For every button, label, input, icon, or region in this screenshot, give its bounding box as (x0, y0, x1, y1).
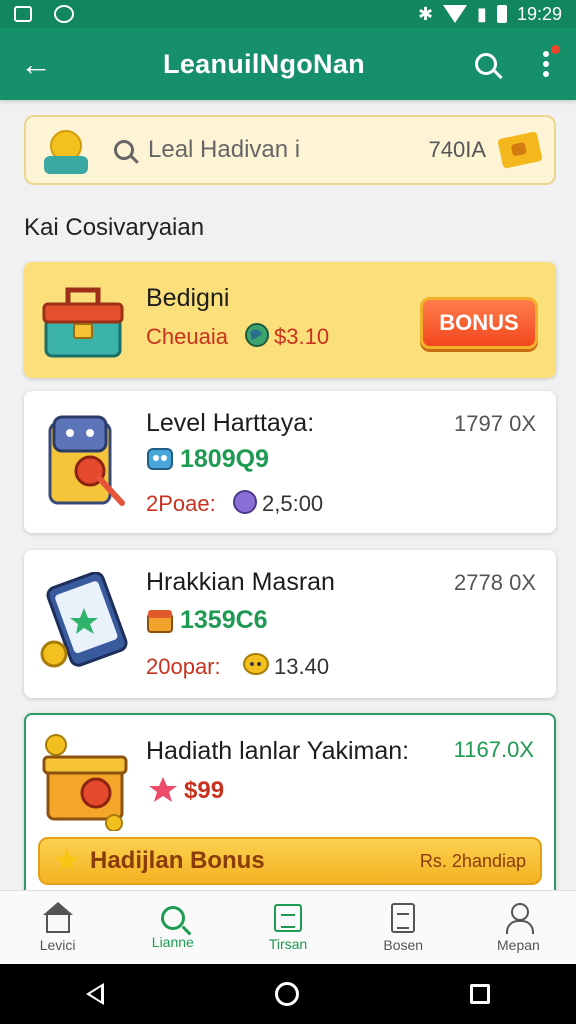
list-item[interactable]: Hrakkian Masran 2778 0X 1359C6 20opar: 1… (24, 550, 556, 698)
toolbox-icon (42, 287, 124, 358)
battery-icon (496, 5, 507, 23)
notification-dot (551, 45, 560, 54)
hadiah-bonus-label: Hadijlan Bonus (90, 847, 265, 874)
item-value: 13.40 (274, 654, 330, 679)
signal-icon: ▮ (477, 3, 487, 24)
hadiah-bonus-sub: Rs. 2handiap (419, 850, 526, 871)
item-count: 1797 0X (454, 411, 536, 436)
item-green-value: 1809Q9 (180, 445, 269, 473)
system-recents-icon[interactable] (470, 984, 491, 1004)
nav-label: Bosen (383, 936, 424, 953)
nav-item-home[interactable]: Levici (0, 891, 115, 964)
bottom-nav: Levici Lianne Tirsan Bosen Mepan (0, 890, 576, 964)
star-icon (149, 777, 177, 802)
star-icon (54, 848, 80, 872)
nav-label: Tirsan (268, 935, 308, 952)
item-title: Hrakkian Masran (146, 568, 335, 596)
bluetooth-icon: ✱ (417, 3, 434, 24)
image-notification-icon (14, 6, 32, 22)
chat-coin-icon (243, 653, 269, 675)
arrow-back-icon[interactable]: ← (0, 46, 72, 83)
nav-item-search[interactable]: Lianne (115, 891, 230, 964)
more-vert-icon (543, 51, 549, 77)
search-icon (475, 53, 497, 75)
gift-box-icon (42, 734, 128, 831)
bonus-card[interactable]: Bedigni Cheuaia $3.10 BONUS (24, 262, 556, 378)
search-value: 740IA (428, 137, 487, 162)
document-icon (391, 902, 416, 933)
user-icon (503, 902, 535, 934)
item-green-value: 1359C6 (180, 606, 268, 634)
item-value: 2,5:00 (262, 491, 324, 516)
bonus-title: Bedigni (146, 284, 230, 312)
search-button[interactable] (456, 53, 516, 75)
item-count: 2778 0X (454, 570, 536, 595)
system-back-icon[interactable] (85, 983, 104, 1005)
home-icon (42, 901, 73, 933)
search-card[interactable]: Leal Hadivan i 740IA (24, 115, 556, 185)
globe-icon (245, 323, 269, 347)
bonus-button[interactable]: BONUS (420, 297, 538, 349)
list-item[interactable]: Hadiath lanlar Yakiman: 1167.0X $99 Hadi… (24, 713, 556, 903)
wifi-icon (443, 5, 468, 23)
search-icon (114, 140, 134, 160)
bot-icon (147, 448, 173, 470)
mascot-icon (40, 126, 92, 174)
nav-item-calendar[interactable]: Tirsan (230, 891, 345, 964)
item-title: Hadiath lanlar Yakiman: (146, 737, 410, 765)
calendar-icon (274, 903, 302, 932)
section-title: Kai Cosivaryaian (24, 214, 205, 241)
more-button[interactable] (516, 45, 576, 77)
status-time: 19:29 (516, 3, 562, 24)
system-nav-bar (0, 964, 576, 1024)
nav-label: Lianne (151, 933, 194, 950)
search-input[interactable]: Leal Hadivan i (148, 136, 429, 164)
hadiah-bonus-button[interactable]: Hadijlan Bonus Rs. 2handiap (38, 837, 542, 885)
status-bar: ✱ ▮ 19:29 (0, 0, 576, 28)
app-bar: ← LeanuilNgoNan (0, 28, 576, 100)
search-icon (160, 905, 185, 930)
item-count: 1167.0X (453, 737, 534, 762)
item-price: $99 (184, 777, 225, 804)
bonus-subtitle: Cheuaia (146, 324, 228, 349)
nav-item-user[interactable]: Mepan (461, 891, 576, 964)
bonus-amount: $3.10 (274, 324, 330, 349)
item-red-label: 20opar: (146, 654, 221, 679)
machine-icon (48, 415, 125, 506)
app-notification-icon (54, 5, 74, 23)
chest-icon (147, 610, 173, 633)
phone-icon (40, 572, 128, 668)
nav-label: Levici (39, 936, 76, 953)
item-title: Level Harttaya: (146, 409, 315, 437)
nav-item-document[interactable]: Bosen (346, 891, 461, 964)
page-title: LeanuilNgoNan (163, 48, 365, 79)
item-red-label: 2Poae: (146, 491, 216, 516)
list-item[interactable]: Level Harttaya: 1797 0X 1809Q9 2Poae: 2,… (24, 391, 556, 533)
gem-icon (233, 490, 257, 514)
nav-label: Mepan (497, 936, 540, 953)
ticket-icon[interactable] (497, 131, 543, 169)
system-home-icon[interactable] (274, 982, 299, 1006)
